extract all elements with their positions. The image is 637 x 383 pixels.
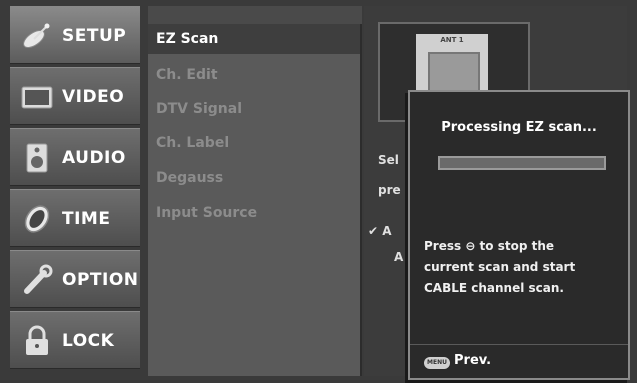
- tab-audio[interactable]: AUDIO: [10, 128, 140, 186]
- clock-icon: [24, 205, 50, 233]
- submenu-item-input-source[interactable]: Input Source: [148, 198, 360, 228]
- tv-screen-icon: [21, 86, 53, 109]
- tab-label: VIDEO: [62, 87, 125, 107]
- description-line: pre: [378, 183, 401, 197]
- tab-label: OPTION: [62, 270, 139, 290]
- category-tabs: SETUP VIDEO AUDIO TIME OPTION LOCK: [10, 6, 140, 376]
- submenu-item-ch-edit[interactable]: Ch. Edit: [148, 60, 360, 90]
- wrench-icon: [24, 264, 53, 294]
- dialog-message-line: CABLE channel scan.: [424, 281, 564, 295]
- submenu-item-ez-scan[interactable]: EZ Scan: [148, 24, 360, 54]
- ez-scan-progress-dialog: Processing EZ scan... Press ⊖ to stop th…: [408, 90, 630, 380]
- dialog-message: Press ⊖ to stop the current scan and sta…: [424, 236, 620, 299]
- dialog-message-line: Press ⊖ to stop the: [424, 239, 555, 253]
- preview-label: ANT 1: [440, 36, 464, 44]
- dialog-message-line: current scan and start: [424, 260, 576, 274]
- tab-time[interactable]: TIME: [10, 189, 140, 247]
- submenu-item-dtv-signal[interactable]: DTV Signal: [148, 94, 360, 124]
- menu-button-icon[interactable]: MENU: [424, 357, 450, 369]
- submenu-item-degauss[interactable]: Degauss: [148, 163, 360, 193]
- tab-setup[interactable]: SETUP: [10, 6, 140, 64]
- padlock-icon: [26, 325, 48, 355]
- setup-submenu: EZ Scan Ch. Edit DTV Signal Ch. Label De…: [148, 24, 362, 376]
- tab-label: LOCK: [62, 331, 115, 351]
- submenu-header-strip: [148, 6, 362, 24]
- tab-lock[interactable]: LOCK: [10, 311, 140, 369]
- speaker-icon: [26, 143, 48, 173]
- description-line: A: [394, 250, 404, 264]
- tab-option[interactable]: OPTION: [10, 250, 140, 308]
- tab-label: TIME: [62, 209, 111, 229]
- description-check-line: ✔ A: [368, 224, 392, 238]
- tab-label: SETUP: [62, 26, 127, 46]
- dialog-footer: MENU Prev.: [410, 344, 628, 379]
- tv-menu-screen: SETUP VIDEO AUDIO TIME OPTION LOCK EZ Sc…: [0, 0, 637, 383]
- scan-progress-bar: [438, 156, 606, 170]
- tab-video[interactable]: VIDEO: [10, 67, 140, 125]
- preview-screen: ANT 1: [416, 34, 488, 98]
- description-line: Sel: [378, 153, 399, 167]
- submenu-item-ch-label[interactable]: Ch. Label: [148, 128, 360, 158]
- tab-label: AUDIO: [62, 148, 126, 168]
- dialog-title: Processing EZ scan...: [441, 120, 597, 135]
- satellite-dish-icon: [23, 23, 50, 48]
- prev-label[interactable]: Prev.: [454, 353, 491, 368]
